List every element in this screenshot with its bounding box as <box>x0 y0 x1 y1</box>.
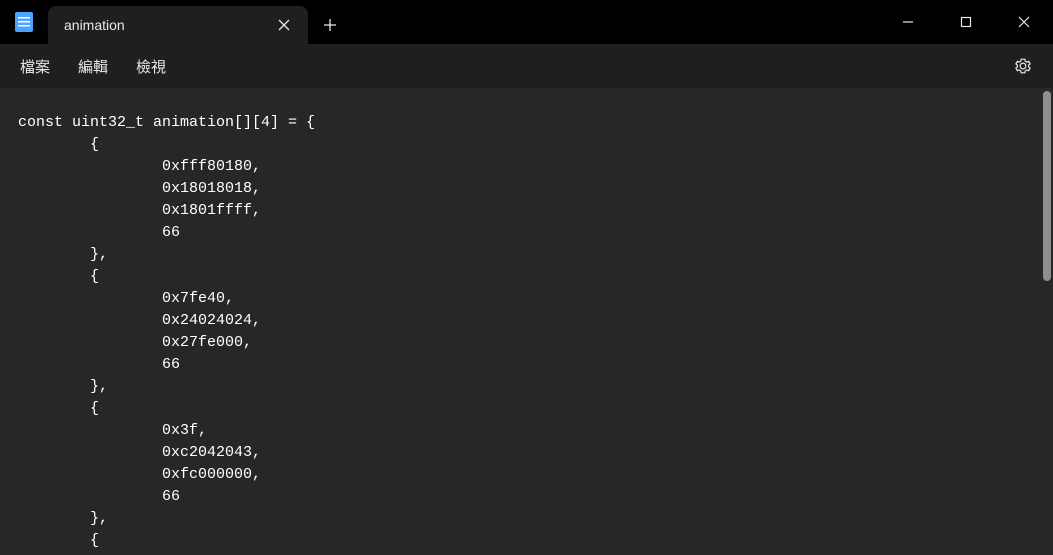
app-icon-wrap <box>0 0 48 44</box>
window-controls <box>879 0 1053 44</box>
maximize-button[interactable] <box>937 0 995 44</box>
notepad-icon <box>15 12 33 32</box>
gear-icon <box>1014 57 1032 75</box>
new-tab-button[interactable] <box>308 6 352 44</box>
menubar: 檔案 編輯 檢視 <box>0 44 1053 88</box>
titlebar-drag-region[interactable] <box>352 0 879 44</box>
tab-animation[interactable]: animation <box>48 6 308 44</box>
code-content[interactable]: const uint32_t animation[][4] = { { 0xff… <box>0 88 1053 552</box>
tab-close-button[interactable] <box>270 11 298 39</box>
plus-icon <box>323 18 337 32</box>
maximize-icon <box>960 16 972 28</box>
close-icon <box>278 19 290 31</box>
scrollbar-thumb[interactable] <box>1043 91 1051 281</box>
minimize-icon <box>902 16 914 28</box>
menu-edit[interactable]: 編輯 <box>64 50 122 83</box>
tab-title: animation <box>64 17 270 33</box>
close-icon <box>1018 16 1030 28</box>
settings-button[interactable] <box>1005 48 1041 84</box>
close-window-button[interactable] <box>995 0 1053 44</box>
menu-file[interactable]: 檔案 <box>6 50 64 83</box>
titlebar: animation <box>0 0 1053 44</box>
minimize-button[interactable] <box>879 0 937 44</box>
menu-view[interactable]: 檢視 <box>122 50 180 83</box>
editor-area[interactable]: const uint32_t animation[][4] = { { 0xff… <box>0 88 1053 555</box>
vertical-scrollbar[interactable] <box>1041 88 1053 555</box>
